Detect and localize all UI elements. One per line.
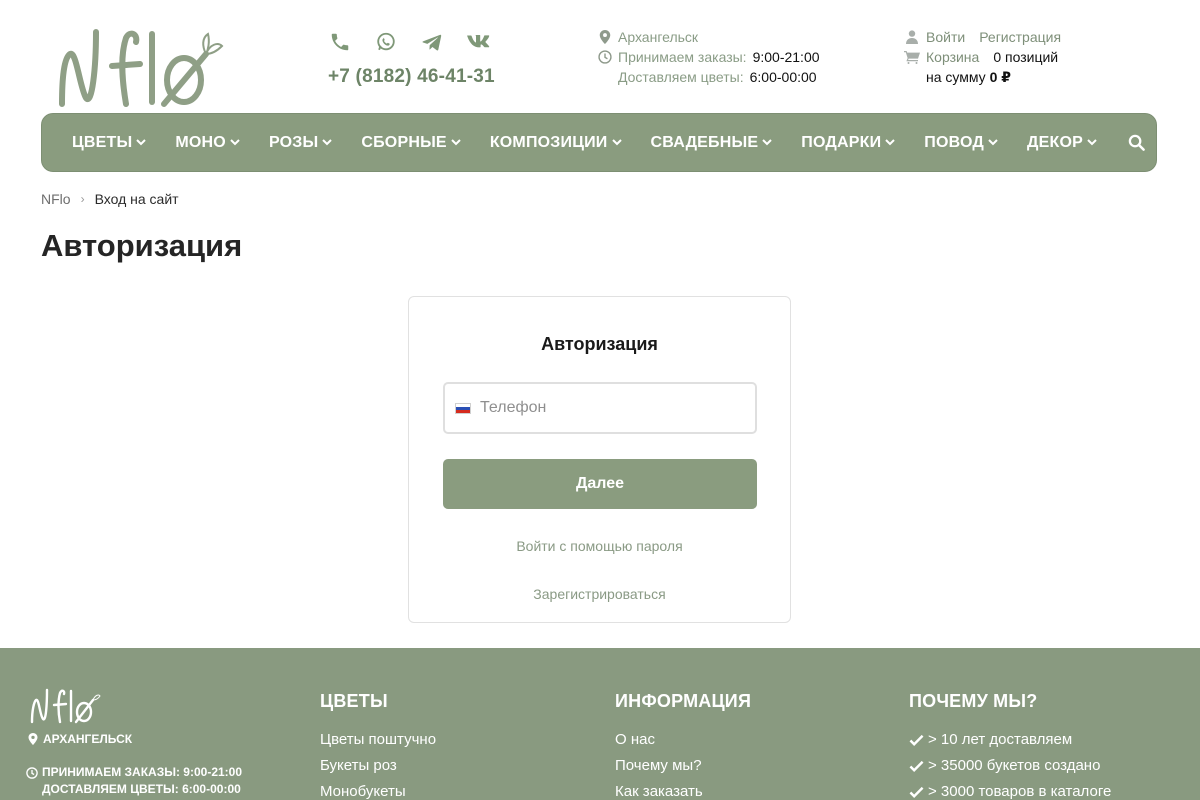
breadcrumb: NFlo › Вход на сайт: [41, 191, 179, 207]
nav-item-gifts[interactable]: ПОДАРКИ: [801, 134, 895, 152]
phone-field[interactable]: [443, 382, 757, 434]
breadcrumb-current: Вход на сайт: [94, 191, 179, 207]
footer-link[interactable]: Монобукеты: [320, 779, 436, 800]
nav-item-label: СБОРНЫЕ: [361, 133, 447, 151]
orders-hours: 9:00-21:00: [752, 49, 820, 65]
cart-sum-value: 0 ₽: [989, 69, 1011, 85]
cart-sum-label: на сумму: [926, 69, 986, 85]
why-item-text: > 3000 товаров в каталоге: [928, 783, 1112, 800]
phone-icon[interactable]: [328, 30, 352, 54]
delivery-hours: 6:00-00:00: [749, 69, 817, 85]
nav-item-mono[interactable]: МОНО: [175, 134, 240, 152]
store-info: Архангельск Принимаем заказы: 9:00-21:00…: [598, 27, 820, 87]
russia-flag-icon[interactable]: [455, 402, 471, 414]
clock-icon: [26, 766, 38, 779]
breadcrumb-home[interactable]: NFlo: [41, 191, 71, 207]
clock-icon: [598, 50, 612, 64]
header-phone[interactable]: +7 (8182) 46-41-31: [328, 66, 495, 88]
delivery-label: Доставляем цветы:: [618, 69, 744, 85]
location-pin-icon: [598, 30, 612, 44]
nav-item-label: ПОВОД: [924, 133, 985, 151]
footer-hours: ПРИНИМАЕМ ЗАКАЗЫ: 9:00-21:00 ДОСТАВЛЯЕМ …: [26, 764, 242, 798]
nflo-logo[interactable]: [56, 28, 226, 108]
city-link[interactable]: Архангельск: [618, 27, 698, 47]
nav-item-wedding[interactable]: СВАДЕБНЫЕ: [651, 134, 773, 152]
vk-icon[interactable]: [466, 30, 490, 54]
footer-col-info: ИНФОРМАЦИЯ О нас Почему мы? Как заказать: [615, 691, 751, 800]
footer-col-title: ЦВЕТЫ: [320, 691, 388, 711]
footer-city-label: АРХАНГЕЛЬСК: [43, 732, 133, 746]
search-icon[interactable]: [1128, 134, 1146, 152]
why-item: > 3000 товаров в каталоге: [909, 779, 1111, 800]
auth-title: Авторизация: [541, 334, 658, 354]
check-icon: [909, 760, 924, 772]
cart-count: 0 позиций: [993, 49, 1059, 65]
whatsapp-icon[interactable]: [374, 30, 398, 54]
cart-icon: [904, 49, 920, 65]
nav-item-flowers[interactable]: ЦВЕТЫ: [72, 133, 147, 152]
why-item-text: > 10 лет доставляем: [928, 731, 1073, 748]
register-link[interactable]: Зарегистрироваться: [409, 586, 790, 602]
why-item-text: > 35000 букетов создано: [928, 757, 1101, 774]
site-header: +7 (8182) 46-41-31 Архангельск Принимаем…: [0, 0, 1200, 110]
nav-item-label: ДЕКОР: [1027, 133, 1083, 151]
footer-delivery: ДОСТАВЛЯЕМ ЦВЕТЫ: 6:00-00:00: [42, 782, 241, 796]
password-login-link[interactable]: Войти с помощью пароля: [409, 538, 790, 554]
footer-col-title: ПОЧЕМУ МЫ?: [909, 691, 1038, 711]
next-button[interactable]: Далее: [443, 459, 757, 509]
why-item: > 10 лет доставляем: [909, 727, 1111, 753]
chevron-down-icon: [762, 138, 772, 148]
user-icon: [904, 29, 920, 45]
chevron-down-icon: [136, 138, 147, 148]
cart-sum: на сумму 0 ₽: [904, 67, 1061, 87]
nav-item-label: РОЗЫ: [268, 133, 319, 151]
footer-link[interactable]: Цветы поштучно: [320, 727, 436, 753]
chevron-down-icon: [611, 138, 622, 148]
footer-link[interactable]: Почему мы?: [615, 753, 751, 779]
nav-item-label: ЦВЕТЫ: [72, 133, 133, 151]
nav-item-decor[interactable]: ДЕКОР: [1027, 134, 1097, 152]
nav-item-roses[interactable]: РОЗЫ: [268, 133, 333, 152]
account-cart: Войти Регистрация Корзина 0 позиций на с…: [904, 27, 1061, 87]
chevron-down-icon: [322, 138, 333, 148]
footer-link[interactable]: Букеты роз: [320, 753, 436, 779]
social-links: [328, 30, 490, 54]
nav-item-mixed[interactable]: СБОРНЫЕ: [361, 133, 461, 152]
phone-input[interactable]: [480, 399, 730, 417]
nav-item-label: ПОДАРКИ: [801, 133, 882, 151]
chevron-down-icon: [885, 138, 895, 148]
cart-link[interactable]: Корзина: [926, 47, 979, 67]
nav-item-label: МОНО: [175, 133, 226, 151]
footer-link[interactable]: О нас: [615, 727, 751, 753]
nav-item-label: СВАДЕБНЫЕ: [650, 133, 759, 151]
nav-item-compositions[interactable]: КОМПОЗИЦИИ: [490, 134, 622, 152]
orders-label: Принимаем заказы:: [618, 49, 747, 65]
footer-col-why: ПОЧЕМУ МЫ? > 10 лет доставляем > 35000 б…: [909, 691, 1111, 800]
check-icon: [909, 734, 924, 746]
footer-col-title: ИНФОРМАЦИЯ: [615, 691, 752, 711]
footer-link[interactable]: Как заказать: [615, 779, 751, 800]
nav-item-label: КОМПОЗИЦИИ: [489, 133, 608, 151]
footer-orders: ПРИНИМАЕМ ЗАКАЗЫ: 9:00-21:00: [42, 765, 243, 779]
site-footer: АРХАНГЕЛЬСК ПРИНИМАЕМ ЗАКАЗЫ: 9:00-21:00…: [0, 648, 1200, 800]
breadcrumb-separator: ›: [80, 192, 85, 206]
chevron-down-icon: [988, 138, 998, 148]
location-pin-icon: [28, 733, 38, 745]
check-icon: [909, 786, 924, 798]
chevron-down-icon: [1087, 138, 1097, 148]
chevron-down-icon: [451, 138, 461, 148]
main-nav: ЦВЕТЫ МОНО РОЗЫ СБОРНЫЕ КОМПОЗИЦИИ СВАДЕ…: [41, 113, 1157, 172]
chevron-down-icon: [230, 138, 240, 148]
auth-card: Авторизация Далее Войти с помощью пароля…: [408, 296, 791, 623]
why-item: > 35000 букетов создано: [909, 753, 1111, 779]
footer-col-flowers: ЦВЕТЫ Цветы поштучно Букеты роз Монобуке…: [320, 691, 436, 800]
footer-city: АРХАНГЕЛЬСК: [28, 732, 132, 746]
register-link[interactable]: Регистрация: [979, 27, 1061, 47]
nav-item-occasion[interactable]: ПОВОД: [924, 134, 998, 152]
login-link[interactable]: Войти: [926, 27, 965, 47]
page-title: Авторизация: [41, 228, 243, 263]
telegram-icon[interactable]: [420, 30, 444, 54]
footer-logo[interactable]: [30, 688, 102, 724]
